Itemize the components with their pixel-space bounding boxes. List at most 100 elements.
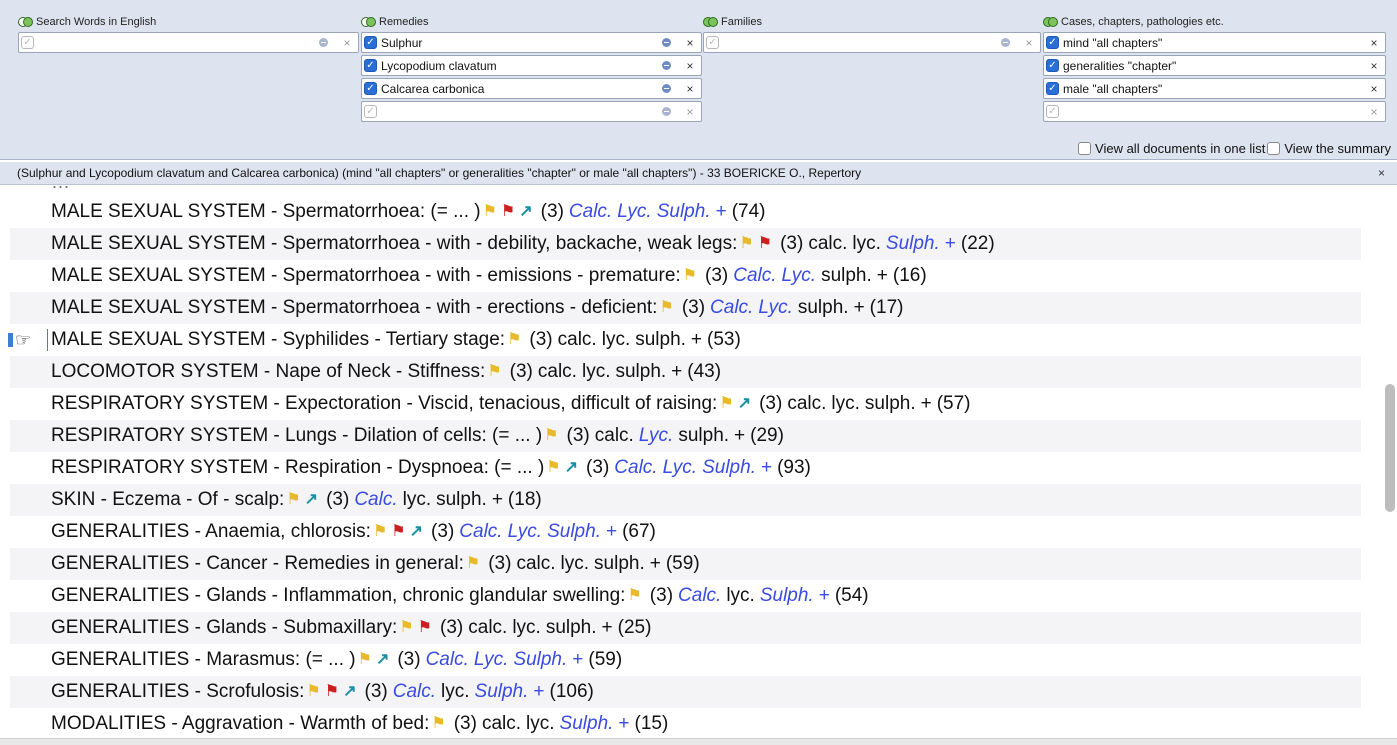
field-checkbox[interactable]: ✓ — [1046, 105, 1059, 118]
remedy-calc[interactable]: Calc. — [354, 489, 397, 511]
more-remedies[interactable]: + — [734, 425, 745, 447]
red-flag-icon[interactable]: ⚑ — [325, 684, 339, 700]
remedy-sulph[interactable]: sulph. — [546, 617, 597, 639]
yellow-flag-icon[interactable]: ⚑ — [659, 300, 673, 316]
remedy-calc[interactable]: Calc. — [569, 201, 612, 223]
remedy-lyc[interactable]: lyc. — [561, 553, 590, 575]
remedy-lyc[interactable]: lyc. — [726, 585, 755, 607]
remedy-sulph[interactable]: Sulph. — [475, 681, 529, 703]
yellow-flag-icon[interactable]: ⚑ — [627, 588, 641, 604]
field-checkbox[interactable]: ✓ — [364, 82, 377, 95]
remedy-sulph[interactable]: Sulph. — [547, 521, 601, 543]
result-row[interactable]: MALE SEXUAL SYSTEM - Spermatorrhoea: (= … — [10, 196, 1361, 228]
result-row[interactable]: MALE SEXUAL SYSTEM - Syphilides - Tertia… — [10, 324, 1361, 356]
yellow-flag-icon[interactable]: ⚑ — [739, 236, 753, 252]
yellow-flag-icon[interactable]: ⚑ — [719, 396, 733, 412]
rubric-text[interactable]: GENERALITIES - Glands - Inflammation, ch… — [51, 585, 625, 607]
result-row[interactable]: GENERALITIES - Scrofulosis: ⚑ ⚑ ↗ (3) Calc. ly… — [10, 676, 1361, 708]
remedy-calc[interactable]: calc. — [787, 393, 826, 415]
remedy-calc[interactable]: calc. — [808, 233, 847, 255]
view-all-checkbox[interactable] — [1078, 142, 1092, 155]
link-arrow-icon[interactable]: ↗ — [519, 204, 532, 220]
remedy-lyc[interactable]: Lyc. — [474, 649, 509, 671]
rubric-text[interactable]: GENERALITIES - Scrofulosis: — [51, 681, 304, 703]
empty-circles-icon[interactable] — [361, 17, 376, 27]
field-value[interactable]: Calcarea carbonica — [381, 82, 662, 96]
more-remedies[interactable]: + — [716, 201, 727, 223]
dropdown-icon[interactable] — [319, 38, 328, 47]
field-value[interactable]: generalities "chapter" — [1063, 59, 1369, 73]
link-arrow-icon[interactable]: ↗ — [738, 396, 751, 412]
link-arrow-icon[interactable]: ↗ — [343, 684, 356, 700]
yellow-flag-icon[interactable]: ⚑ — [286, 492, 300, 508]
dropdown-icon[interactable] — [662, 61, 671, 70]
remedy-calc[interactable]: Calc. — [393, 681, 436, 703]
remedy-sulph[interactable]: Sulph. — [702, 457, 756, 479]
rubric-text[interactable]: GENERALITIES - Marasmus: (= ... ) — [51, 649, 356, 671]
result-row[interactable]: RESPIRATORY SYSTEM - Lungs - Dilation of… — [10, 420, 1361, 452]
rubric-text[interactable]: MALE SEXUAL SYSTEM - Spermatorrhoea: (= … — [51, 201, 481, 223]
yellow-flag-icon[interactable]: ⚑ — [306, 684, 320, 700]
link-arrow-icon[interactable]: ↗ — [565, 460, 578, 476]
more-remedies[interactable]: + — [650, 553, 661, 575]
field-checkbox[interactable]: ✓ — [364, 59, 377, 72]
empty-circles-icon[interactable] — [18, 17, 33, 27]
clear-icon[interactable]: × — [685, 60, 695, 72]
result-row[interactable]: RESPIRATORY SYSTEM - Respiration - Dyspn… — [10, 452, 1361, 484]
filter-field[interactable]: ✓ Calcarea carbonica × — [361, 78, 702, 99]
remedy-calc[interactable]: calc. — [595, 425, 634, 447]
remedy-calc[interactable]: calc. — [538, 361, 577, 383]
rubric-text[interactable]: MALE SEXUAL SYSTEM - Spermatorrhoea - wi… — [51, 297, 657, 319]
rubric-text[interactable]: GENERALITIES - Cancer - Remedies in gene… — [51, 553, 464, 575]
remedy-calc[interactable]: calc. — [558, 329, 597, 351]
remedy-sulph[interactable]: Sulph. — [886, 233, 940, 255]
more-remedies[interactable]: + — [761, 457, 772, 479]
remedy-lyc[interactable]: lyc. — [526, 713, 555, 735]
yellow-flag-icon[interactable]: ⚑ — [546, 460, 560, 476]
filter-field[interactable]: ✓ × — [18, 32, 359, 53]
more-remedies[interactable]: + — [618, 713, 629, 735]
filter-field[interactable]: ✓ × — [1043, 101, 1386, 122]
clear-icon[interactable]: × — [1024, 37, 1034, 49]
remedy-lyc[interactable]: lyc. — [852, 233, 881, 255]
filter-field[interactable]: ✓ Lycopodium clavatum × — [361, 55, 702, 76]
filter-field[interactable]: ✓ generalities "chapter" × — [1043, 55, 1386, 76]
remedy-sulph[interactable]: sulph. — [678, 425, 729, 447]
rubric-text[interactable]: MODALITIES - Aggravation - Warmth of bed… — [51, 713, 429, 735]
more-remedies[interactable]: + — [671, 361, 682, 383]
field-checkbox[interactable]: ✓ — [1046, 36, 1059, 49]
remedy-sulph[interactable]: sulph. — [615, 361, 666, 383]
clear-icon[interactable]: × — [685, 106, 695, 118]
remedy-sulph[interactable]: sulph. — [635, 329, 686, 351]
remedy-calc[interactable]: Calc. — [678, 585, 721, 607]
remedy-lyc[interactable]: Lyc. — [639, 425, 674, 447]
remedy-sulph[interactable]: Sulph. — [760, 585, 814, 607]
more-remedies[interactable]: + — [854, 297, 865, 319]
remedy-lyc[interactable]: lyc. — [403, 489, 432, 511]
field-checkbox[interactable]: ✓ — [364, 36, 377, 49]
yellow-flag-icon[interactable]: ⚑ — [431, 716, 445, 732]
result-row[interactable]: MALE SEXUAL SYSTEM - Spermatorrhoea - wi… — [10, 292, 1361, 324]
yellow-flag-icon[interactable]: ⚑ — [399, 620, 413, 636]
remedy-lyc[interactable]: lyc. — [512, 617, 541, 639]
remedy-calc[interactable]: Calc. — [614, 457, 657, 479]
red-flag-icon[interactable]: ⚑ — [758, 236, 772, 252]
view-summary-option[interactable]: View the summary — [1267, 141, 1391, 156]
field-value[interactable]: mind "all chapters" — [1063, 36, 1369, 50]
result-row[interactable]: RESPIRATORY SYSTEM - Expectoration - Vis… — [10, 388, 1361, 420]
rubric-text[interactable]: RESPIRATORY SYSTEM - Lungs - Dilation of… — [51, 425, 542, 447]
more-remedies[interactable]: + — [945, 233, 956, 255]
remedy-calc[interactable]: calc. — [482, 713, 521, 735]
full-circles-icon[interactable] — [1043, 17, 1058, 27]
rubric-text[interactable]: RESPIRATORY SYSTEM - Expectoration - Vis… — [51, 393, 717, 415]
result-row[interactable]: LOCOMOTOR SYSTEM - Nape of Neck - Stiffn… — [10, 356, 1361, 388]
yellow-flag-icon[interactable]: ⚑ — [683, 268, 697, 284]
remedy-lyc[interactable]: Lyc. — [758, 297, 793, 319]
result-row[interactable]: GENERALITIES - Glands - Submaxillary: ⚑ ⚑(… — [10, 612, 1361, 644]
remedy-calc[interactable]: Calc. — [459, 521, 502, 543]
field-value[interactable]: Lycopodium clavatum — [381, 59, 662, 73]
dropdown-icon[interactable] — [662, 38, 671, 47]
remedy-lyc[interactable]: Lyc. — [617, 201, 652, 223]
remedy-calc[interactable]: Calc. — [710, 297, 753, 319]
rubric-text[interactable]: MALE SEXUAL SYSTEM - Spermatorrhoea - wi… — [51, 233, 737, 255]
